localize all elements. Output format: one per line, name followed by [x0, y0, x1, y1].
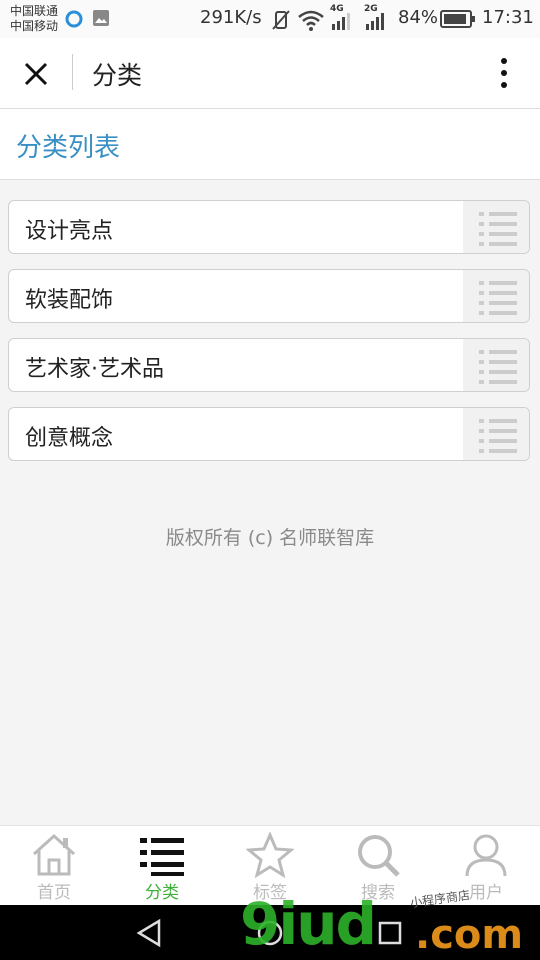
category-item-soft-decoration[interactable]: 软装配饰 [8, 269, 530, 323]
copyright-text: 版权所有 (c) 名师联智库 [165, 527, 375, 549]
image-notification-icon [93, 10, 109, 26]
carrier-1: 中国联通 [10, 4, 59, 18]
carrier-names: 中国联通 中国移动 [10, 4, 58, 34]
status-bar: 中国联通 中国移动 291K/s 4G 2G 84% 17:31 [0, 0, 540, 38]
category-handle[interactable] [463, 339, 529, 391]
list-icon [140, 838, 184, 876]
tab-label: 分类 [145, 883, 179, 903]
battery-percent: 84% [398, 7, 439, 28]
watermark-suffix: .com [415, 912, 524, 958]
tab-label: 首页 [37, 883, 71, 903]
carrier-2: 中国移动 [10, 19, 59, 33]
tab-category[interactable]: 分类 [108, 826, 216, 906]
section-title: 分类列表 [16, 133, 121, 163]
category-label: 软装配饰 [25, 288, 114, 313]
list-handle-icon [479, 419, 517, 453]
list-handle-icon [479, 281, 517, 315]
vibrate-off-icon [272, 10, 290, 30]
list-handle-icon [479, 350, 517, 384]
category-label: 设计亮点 [25, 219, 114, 244]
category-label: 创意概念 [25, 426, 114, 451]
more-options-icon[interactable] [490, 54, 518, 94]
watermark-text: 9iud [240, 890, 377, 958]
category-item-artist-artwork[interactable]: 艺术家·艺术品 [8, 338, 530, 392]
tab-home[interactable]: 首页 [0, 826, 108, 906]
list-handle-icon [479, 212, 517, 246]
title-bar: 分类 [0, 38, 540, 109]
user-icon [465, 834, 507, 877]
signal-icon-1 [332, 13, 350, 30]
signal-icon-2 [366, 13, 384, 30]
page-title: 分类 [92, 61, 143, 90]
search-icon [358, 835, 400, 877]
close-icon[interactable] [18, 56, 54, 92]
section-header: 分类列表 [0, 109, 540, 180]
category-handle[interactable] [463, 408, 529, 460]
star-icon [246, 832, 294, 878]
title-divider [72, 54, 73, 90]
category-item-creative-concept[interactable]: 创意概念 [8, 407, 530, 461]
watermark-small-text: 小程序商店 [409, 887, 471, 911]
home-icon [32, 833, 76, 876]
watermark: 9iud .com 小程序商店 [240, 888, 540, 960]
browser-icon [65, 10, 83, 28]
wifi-icon [298, 10, 324, 31]
network-speed: 291K/s [200, 7, 262, 28]
category-handle[interactable] [463, 201, 529, 253]
back-icon[interactable] [135, 918, 165, 948]
battery-icon [440, 10, 475, 28]
category-label: 艺术家·艺术品 [25, 357, 164, 382]
category-handle[interactable] [463, 270, 529, 322]
clock: 17:31 [482, 7, 534, 28]
category-item-design-highlights[interactable]: 设计亮点 [8, 200, 530, 254]
